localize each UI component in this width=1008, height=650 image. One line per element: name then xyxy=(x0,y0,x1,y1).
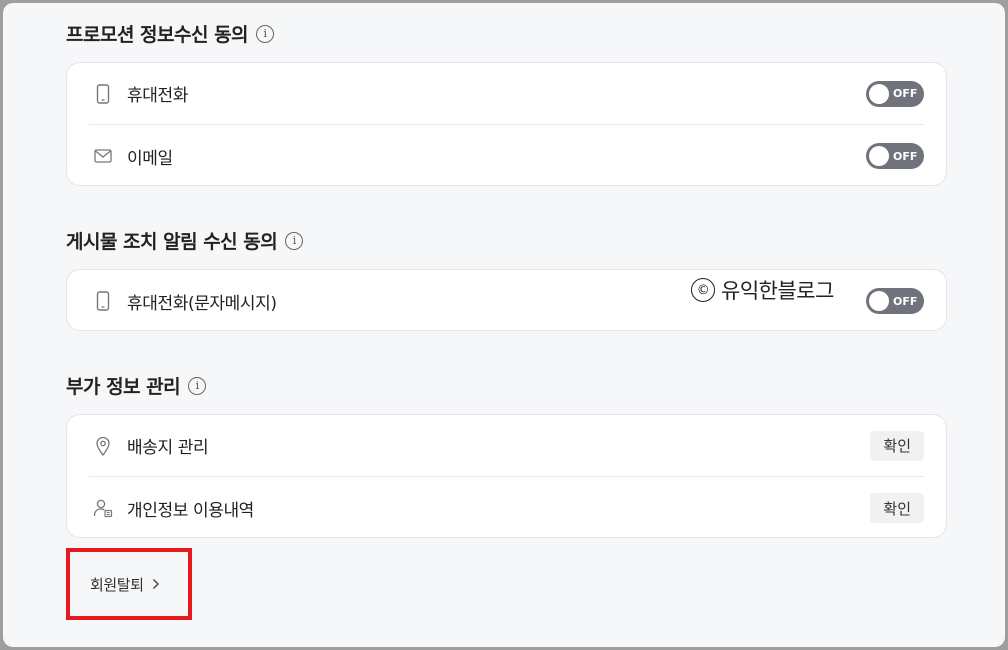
info-icon[interactable]: i xyxy=(256,24,275,43)
toggle-state: OFF xyxy=(893,87,918,100)
settings-panel: 프로모션 정보수신 동의 i 휴대전화 OFF 이메일 OFF 게시물 조치 알… xyxy=(3,3,1005,647)
phone-icon xyxy=(93,83,113,104)
phone-promotion-toggle[interactable]: OFF xyxy=(866,80,924,107)
row-label: 이메일 xyxy=(127,148,173,169)
watermark-text: 유익한블로그 xyxy=(721,279,834,303)
user-document-icon xyxy=(93,498,113,518)
extra-info-card: 배송지 관리 확인 개인정보 이용내역 확인 xyxy=(66,414,947,538)
promotion-row-email: 이메일 OFF xyxy=(89,125,924,187)
section-title-text: 프로모션 정보수신 동의 xyxy=(66,24,249,46)
location-pin-icon xyxy=(93,436,113,456)
row-label: 휴대전화 xyxy=(127,86,188,106)
withdraw-link[interactable]: 회원탈퇴 xyxy=(66,548,192,620)
info-icon[interactable]: i xyxy=(188,376,207,395)
copyright-icon: © xyxy=(691,278,715,302)
withdraw-label: 회원탈퇴 xyxy=(90,575,144,594)
address-confirm-button[interactable]: 확인 xyxy=(870,430,924,461)
toggle-state: OFF xyxy=(893,294,918,308)
toggle-knob xyxy=(869,83,889,104)
privacy-history-confirm-button[interactable]: 확인 xyxy=(870,493,924,523)
toggle-state: OFF xyxy=(893,149,918,163)
row-label: 배송지 관리 xyxy=(127,438,209,458)
row-label: 휴대전화(문자메시지) xyxy=(127,293,277,314)
mail-icon xyxy=(93,146,113,166)
section-title-promotion: 프로모션 정보수신 동의 i xyxy=(66,20,275,47)
sms-post-action-toggle[interactable]: OFF xyxy=(866,288,924,314)
row-label: 개인정보 이용내역 xyxy=(127,500,254,521)
watermark: © 유익한블로그 xyxy=(691,275,834,305)
phone-icon xyxy=(93,291,113,311)
extra-info-row-address: 배송지 관리 확인 xyxy=(89,415,924,477)
section-title-text: 부가 정보 관리 xyxy=(66,376,181,398)
promotion-row-phone: 휴대전화 OFF xyxy=(89,63,924,125)
info-icon[interactable]: i xyxy=(285,231,304,250)
toggle-knob xyxy=(869,146,889,166)
section-title-post-action: 게시물 조치 알림 수신 동의 i xyxy=(66,227,304,254)
email-promotion-toggle[interactable]: OFF xyxy=(866,143,924,169)
promotion-card: 휴대전화 OFF 이메일 OFF xyxy=(66,62,947,186)
toggle-knob xyxy=(869,291,889,311)
extra-info-row-privacy: 개인정보 이용내역 확인 xyxy=(89,477,924,539)
chevron-right-icon xyxy=(152,578,160,590)
section-title-text: 게시물 조치 알림 수신 동의 xyxy=(66,231,278,253)
section-title-extra-info: 부가 정보 관리 i xyxy=(66,372,207,399)
